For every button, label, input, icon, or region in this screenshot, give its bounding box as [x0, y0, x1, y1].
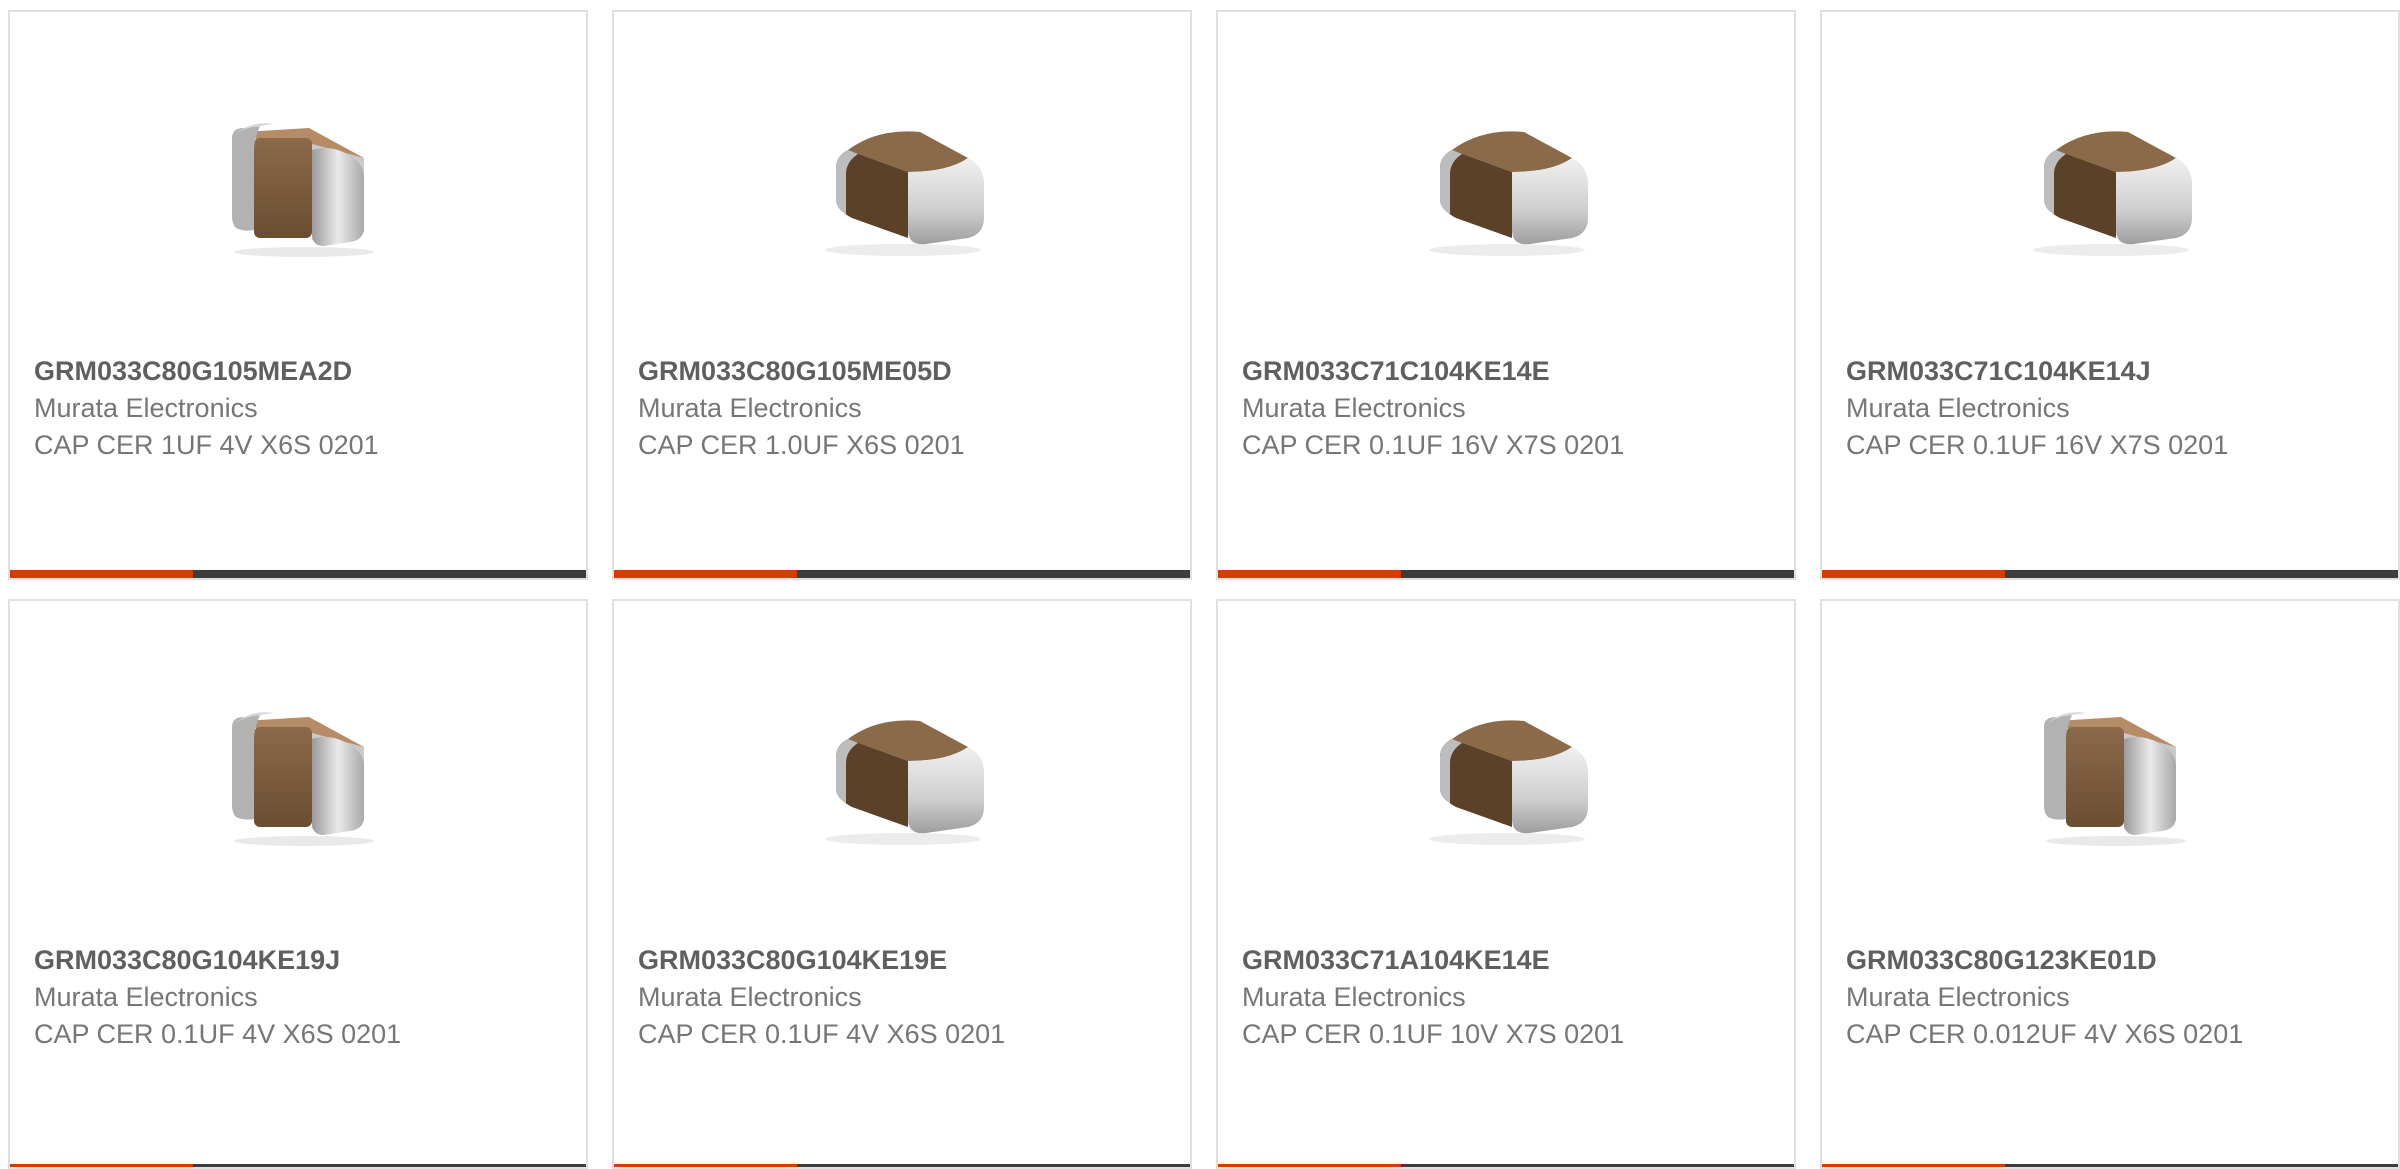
product-card[interactable]: GRM033C71C104KE14E Murata Electronics CA… — [1216, 10, 1796, 580]
card-accent-bar — [10, 570, 193, 578]
description: CAP CER 0.1UF 10V X7S 0201 — [1242, 1019, 1625, 1049]
product-card[interactable]: GRM033C80G105ME05D Murata Electronics CA… — [612, 10, 1192, 580]
description: CAP CER 0.1UF 16V X7S 0201 — [1242, 430, 1625, 460]
card-accent-bar — [1218, 570, 1401, 578]
product-card[interactable]: GRM033C80G104KE19J Murata Electronics CA… — [8, 599, 588, 1169]
product-card[interactable]: GRM033C71C104KE14J Murata Electronics CA… — [1820, 10, 2400, 580]
product-info: GRM033C80G123KE01D Murata Electronics CA… — [1846, 941, 2378, 1053]
capacitor-chip-icon[interactable] — [194, 80, 404, 290]
part-number[interactable]: GRM033C80G123KE01D — [1846, 941, 2378, 979]
card-accent-bar — [614, 570, 797, 578]
product-card[interactable]: GRM033C80G104KE19E Murata Electronics CA… — [612, 599, 1192, 1169]
part-number[interactable]: GRM033C80G105MEA2D — [34, 352, 566, 390]
card-accent-bar — [1822, 570, 2005, 578]
part-number[interactable]: GRM033C71C104KE14E — [1242, 352, 1774, 390]
manufacturer: Murata Electronics — [638, 393, 862, 423]
product-info: GRM033C80G104KE19E Murata Electronics CA… — [638, 941, 1170, 1053]
manufacturer: Murata Electronics — [1242, 982, 1466, 1012]
card-footer-bar — [1218, 570, 1794, 578]
product-info: GRM033C80G105MEA2D Murata Electronics CA… — [34, 352, 566, 464]
description: CAP CER 1.0UF X6S 0201 — [638, 430, 965, 460]
part-number[interactable]: GRM033C80G105ME05D — [638, 352, 1170, 390]
card-footer-bar — [1822, 570, 2398, 578]
manufacturer: Murata Electronics — [34, 982, 258, 1012]
product-info: GRM033C71C104KE14E Murata Electronics CA… — [1242, 352, 1774, 464]
manufacturer: Murata Electronics — [1846, 393, 2070, 423]
description: CAP CER 0.1UF 16V X7S 0201 — [1846, 430, 2229, 460]
part-number[interactable]: GRM033C80G104KE19E — [638, 941, 1170, 979]
manufacturer: Murata Electronics — [34, 393, 258, 423]
description: CAP CER 0.1UF 4V X6S 0201 — [638, 1019, 1006, 1049]
part-number[interactable]: GRM033C71C104KE14J — [1846, 352, 2378, 390]
manufacturer: Murata Electronics — [1242, 393, 1466, 423]
product-grid: GRM033C80G105MEA2D Murata Electronics CA… — [8, 10, 2400, 1169]
product-info: GRM033C80G104KE19J Murata Electronics CA… — [34, 941, 566, 1053]
description: CAP CER 0.1UF 4V X6S 0201 — [34, 1019, 402, 1049]
part-number[interactable]: GRM033C71A104KE14E — [1242, 941, 1774, 979]
product-info: GRM033C71A104KE14E Murata Electronics CA… — [1242, 941, 1774, 1053]
capacitor-chip-icon[interactable] — [1402, 669, 1612, 879]
product-card[interactable]: GRM033C80G105MEA2D Murata Electronics CA… — [8, 10, 588, 580]
product-card[interactable]: GRM033C71A104KE14E Murata Electronics CA… — [1216, 599, 1796, 1169]
part-number[interactable]: GRM033C80G104KE19J — [34, 941, 566, 979]
manufacturer: Murata Electronics — [638, 982, 862, 1012]
card-footer-bar — [614, 570, 1190, 578]
product-info: GRM033C71C104KE14J Murata Electronics CA… — [1846, 352, 2378, 464]
capacitor-chip-icon[interactable] — [2006, 80, 2216, 290]
description: CAP CER 0.012UF 4V X6S 0201 — [1846, 1019, 2244, 1049]
capacitor-chip-icon[interactable] — [798, 669, 1008, 879]
capacitor-chip-icon[interactable] — [798, 80, 1008, 290]
product-card[interactable]: GRM033C80G123KE01D Murata Electronics CA… — [1820, 599, 2400, 1169]
capacitor-chip-icon[interactable] — [1402, 80, 1612, 290]
card-footer-bar — [10, 570, 586, 578]
product-info: GRM033C80G105ME05D Murata Electronics CA… — [638, 352, 1170, 464]
manufacturer: Murata Electronics — [1846, 982, 2070, 1012]
capacitor-chip-icon[interactable] — [194, 669, 404, 879]
description: CAP CER 1UF 4V X6S 0201 — [34, 430, 379, 460]
capacitor-chip-icon[interactable] — [2006, 669, 2216, 879]
